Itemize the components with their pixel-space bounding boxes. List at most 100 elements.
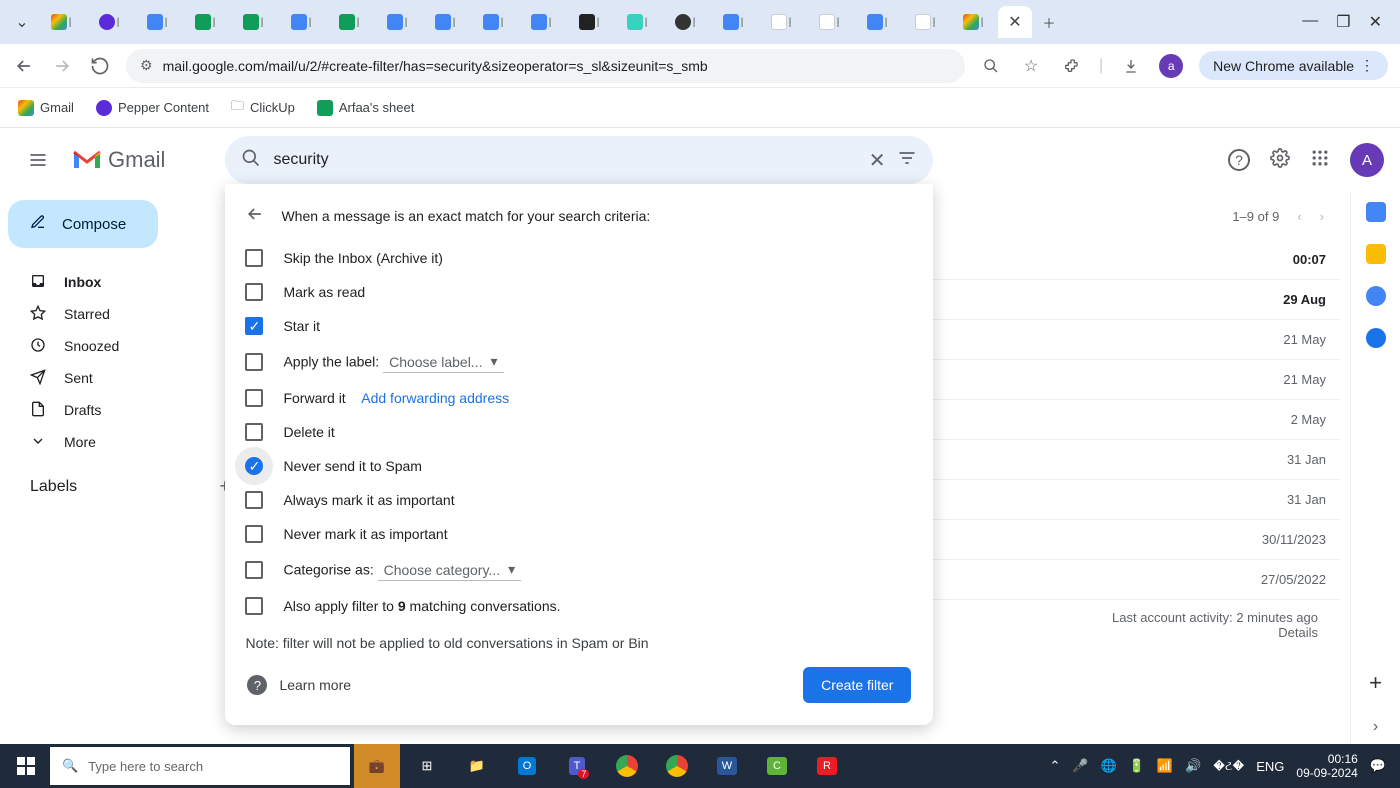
- tb-app-outlook[interactable]: O: [504, 744, 550, 788]
- reload-button[interactable]: [88, 54, 112, 78]
- tab[interactable]: |: [662, 6, 708, 38]
- bookmark-item[interactable]: Pepper Content: [96, 100, 209, 116]
- bookmark-item[interactable]: Arfaa's sheet: [317, 100, 414, 116]
- profile-avatar-icon[interactable]: a: [1159, 54, 1183, 78]
- tab[interactable]: |: [758, 6, 804, 38]
- sidebar-item-sent[interactable]: Sent: [8, 362, 248, 394]
- create-filter-button[interactable]: Create filter: [803, 667, 911, 703]
- tab[interactable]: |: [374, 6, 420, 38]
- collapse-panel-icon[interactable]: ›: [1373, 718, 1378, 736]
- tray-battery-icon[interactable]: 🔋: [1129, 758, 1145, 774]
- close-icon[interactable]: ✕: [1008, 12, 1021, 32]
- chrome-update-button[interactable]: New Chrome available ⋮: [1199, 51, 1388, 80]
- search-input[interactable]: [273, 151, 856, 169]
- search-icon[interactable]: [241, 148, 261, 173]
- settings-icon[interactable]: [1270, 148, 1290, 173]
- clear-search-icon[interactable]: ✕: [869, 148, 886, 173]
- tb-app-chrome2[interactable]: [654, 744, 700, 788]
- filter-checkbox[interactable]: ✓: [245, 457, 263, 475]
- add-forwarding-link[interactable]: Add forwarding address: [361, 390, 509, 406]
- tab[interactable]: |: [518, 6, 564, 38]
- main-menu-icon[interactable]: [16, 138, 60, 182]
- tray-globe-icon[interactable]: 🌐: [1101, 758, 1117, 774]
- tab[interactable]: |: [710, 6, 756, 38]
- gmail-logo[interactable]: Gmail: [72, 147, 165, 173]
- minimize-icon[interactable]: —: [1302, 12, 1318, 32]
- filter-checkbox[interactable]: [245, 283, 263, 301]
- back-button[interactable]: [12, 54, 36, 78]
- tab-active[interactable]: ✕: [998, 6, 1032, 38]
- filter-checkbox[interactable]: [245, 423, 263, 441]
- tab-search-dropdown[interactable]: ⌄: [8, 12, 36, 32]
- tab[interactable]: |: [470, 6, 516, 38]
- tb-app-files[interactable]: 📁: [454, 744, 500, 788]
- calendar-icon[interactable]: [1366, 202, 1386, 222]
- tray-wifi-icon[interactable]: 📶: [1157, 758, 1173, 774]
- keep-icon[interactable]: [1366, 244, 1386, 264]
- filter-checkbox[interactable]: [245, 491, 263, 509]
- tab[interactable]: |: [230, 6, 276, 38]
- tasks-icon[interactable]: [1366, 286, 1386, 306]
- sidebar-item-drafts[interactable]: Drafts: [8, 394, 248, 426]
- tray-clock[interactable]: 00:16 09-09-2024: [1296, 752, 1357, 781]
- tb-app-taskview[interactable]: ⊞: [404, 744, 450, 788]
- filter-checkbox[interactable]: [245, 561, 263, 579]
- site-info-icon[interactable]: ⚙: [140, 57, 153, 74]
- add-panel-icon[interactable]: +: [1369, 670, 1382, 696]
- support-icon[interactable]: ?: [1228, 149, 1250, 171]
- tab[interactable]: |: [326, 6, 372, 38]
- pager-prev-icon[interactable]: ‹: [1297, 209, 1301, 224]
- tab[interactable]: |: [902, 6, 948, 38]
- learn-more-link[interactable]: ? Learn more: [247, 675, 351, 695]
- tab[interactable]: |: [38, 6, 84, 38]
- tab[interactable]: |: [182, 6, 228, 38]
- tb-app-explorer[interactable]: 💼: [354, 744, 400, 788]
- tb-app-teams[interactable]: T7: [554, 744, 600, 788]
- pager-next-icon[interactable]: ›: [1320, 209, 1324, 224]
- forward-button[interactable]: [50, 54, 74, 78]
- tab[interactable]: |: [422, 6, 468, 38]
- tray-sync-icon[interactable]: �ટ�: [1213, 758, 1244, 774]
- downloads-icon[interactable]: [1119, 54, 1143, 78]
- contacts-icon[interactable]: [1366, 328, 1386, 348]
- tb-app-word[interactable]: W: [704, 744, 750, 788]
- compose-button[interactable]: Compose: [8, 200, 158, 248]
- apps-grid-icon[interactable]: [1310, 148, 1330, 173]
- tb-app-screenrec[interactable]: R: [804, 744, 850, 788]
- tab[interactable]: |: [614, 6, 660, 38]
- taskbar-search[interactable]: 🔍 Type here to search: [50, 747, 350, 785]
- tab[interactable]: |: [854, 6, 900, 38]
- filter-checkbox-also-apply[interactable]: [245, 597, 263, 615]
- tab[interactable]: |: [134, 6, 180, 38]
- bookmark-item[interactable]: Gmail: [18, 100, 74, 116]
- tray-chevron-icon[interactable]: ⌃: [1049, 758, 1060, 774]
- new-tab-button[interactable]: ＋: [1034, 6, 1064, 38]
- maximize-icon[interactable]: ❐: [1336, 12, 1350, 32]
- tray-language[interactable]: ENG: [1256, 759, 1284, 774]
- extensions-icon[interactable]: [1059, 54, 1083, 78]
- tab[interactable]: |: [566, 6, 612, 38]
- bookmark-star-icon[interactable]: ☆: [1019, 54, 1043, 78]
- tab[interactable]: |: [278, 6, 324, 38]
- filter-checkbox[interactable]: ✓: [245, 317, 263, 335]
- close-window-icon[interactable]: ✕: [1369, 12, 1382, 32]
- filter-checkbox[interactable]: [245, 389, 263, 407]
- tray-volume-icon[interactable]: 🔊: [1185, 758, 1201, 774]
- sidebar-item-snoozed[interactable]: Snoozed: [8, 330, 248, 362]
- search-options-icon[interactable]: [897, 148, 917, 173]
- tray-notifications-icon[interactable]: 💬: [1370, 758, 1386, 774]
- sidebar-item-starred[interactable]: Starred: [8, 298, 248, 330]
- sidebar-item-more[interactable]: More: [8, 426, 248, 458]
- back-arrow-icon[interactable]: [245, 204, 265, 227]
- filter-dropdown[interactable]: Choose label... ▾: [383, 351, 503, 373]
- filter-checkbox[interactable]: [245, 353, 263, 371]
- filter-checkbox[interactable]: [245, 525, 263, 543]
- zoom-icon[interactable]: [979, 54, 1003, 78]
- search-box[interactable]: ✕: [225, 136, 933, 184]
- tab[interactable]: |: [86, 6, 132, 38]
- tb-app-chrome[interactable]: [604, 744, 650, 788]
- bookmark-item[interactable]: 🗀ClickUp: [231, 97, 295, 119]
- account-avatar[interactable]: A: [1350, 143, 1384, 177]
- filter-dropdown[interactable]: Choose category... ▾: [378, 559, 522, 581]
- tray-mic-icon[interactable]: 🎤: [1072, 758, 1088, 774]
